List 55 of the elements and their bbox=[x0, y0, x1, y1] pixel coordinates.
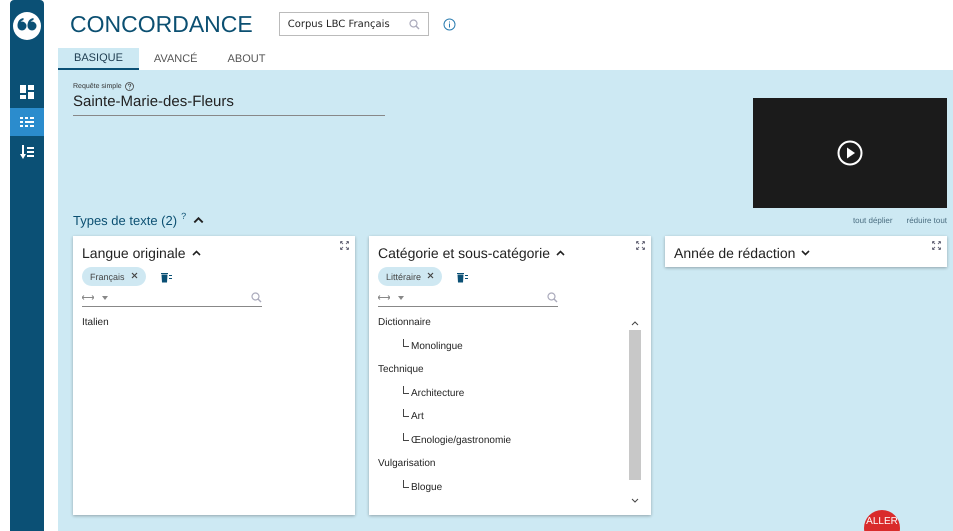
search-icon bbox=[251, 292, 262, 303]
query-field[interactable]: Sainte-Marie-des-Fleurs bbox=[73, 91, 385, 116]
app-title: CONCORDANCE bbox=[70, 10, 253, 38]
search-icon bbox=[408, 18, 420, 30]
width-arrows-icon[interactable] bbox=[82, 295, 94, 300]
panel-title: Langue originale bbox=[82, 245, 186, 261]
dropdown-icon[interactable] bbox=[398, 296, 404, 300]
scroll-down-icon[interactable] bbox=[631, 498, 639, 503]
list-item[interactable]: Vulgarisation bbox=[378, 456, 629, 480]
filter-chip[interactable]: Français bbox=[82, 267, 146, 286]
dashboard-icon bbox=[20, 85, 34, 99]
list-item[interactable]: Art bbox=[378, 409, 629, 432]
sort-icon bbox=[20, 145, 34, 159]
expand-icon[interactable] bbox=[932, 241, 941, 250]
list-item[interactable]: Blogue bbox=[378, 480, 629, 503]
dotted-list-icon bbox=[20, 116, 34, 128]
expand-icon[interactable] bbox=[340, 241, 349, 250]
help-icon[interactable] bbox=[124, 82, 134, 91]
dropdown-icon[interactable] bbox=[102, 296, 108, 300]
scroll-up-icon[interactable] bbox=[631, 321, 639, 326]
expand-all-link[interactable]: tout déplier bbox=[852, 216, 893, 224]
search-icon bbox=[547, 292, 558, 303]
tab[interactable]: BASIQUE bbox=[58, 48, 139, 70]
panel-title: Catégorie et sous-catégorie bbox=[378, 245, 550, 261]
tree-branch-icon bbox=[403, 386, 409, 394]
tab[interactable]: AVANCÉ bbox=[138, 48, 213, 70]
clear-filter-icon[interactable] bbox=[160, 270, 172, 282]
list-item[interactable]: Technique bbox=[378, 362, 629, 386]
tab[interactable]: ABOUT bbox=[212, 48, 280, 70]
scrollbar[interactable] bbox=[629, 321, 641, 503]
list-item[interactable]: Œnologie/gastronomie bbox=[378, 432, 629, 456]
caret-up-icon[interactable] bbox=[193, 216, 204, 224]
filter-chip[interactable]: Littéraire bbox=[378, 267, 442, 286]
panel-title: Année de rédaction bbox=[674, 245, 796, 261]
corpus-field[interactable]: Corpus LBC Français bbox=[278, 12, 429, 36]
tree-branch-icon bbox=[403, 338, 409, 346]
tree-branch-icon bbox=[403, 480, 409, 488]
caret-up-icon[interactable] bbox=[556, 250, 565, 256]
tree-branch-icon bbox=[403, 409, 409, 417]
sidebar-button[interactable] bbox=[10, 108, 44, 136]
caret-up-icon[interactable] bbox=[192, 250, 201, 256]
list-item[interactable]: Italien bbox=[82, 315, 345, 338]
width-arrows-icon[interactable] bbox=[378, 295, 390, 300]
list-item[interactable]: Architecture bbox=[378, 386, 629, 409]
clear-filter-icon[interactable] bbox=[456, 270, 468, 282]
tree-branch-icon bbox=[403, 432, 409, 440]
section-title: Types de texte (2) bbox=[73, 212, 178, 228]
info-icon[interactable] bbox=[442, 18, 456, 30]
help-mark[interactable]: ? bbox=[181, 211, 186, 221]
play-icon[interactable] bbox=[837, 140, 863, 166]
expand-icon[interactable] bbox=[636, 241, 645, 250]
list-item[interactable]: Monolingue bbox=[378, 338, 629, 362]
list-item[interactable]: Dictionnaire bbox=[378, 315, 629, 338]
caret-down-icon[interactable] bbox=[801, 250, 810, 256]
collapse-all-link[interactable]: réduire tout bbox=[906, 216, 947, 224]
